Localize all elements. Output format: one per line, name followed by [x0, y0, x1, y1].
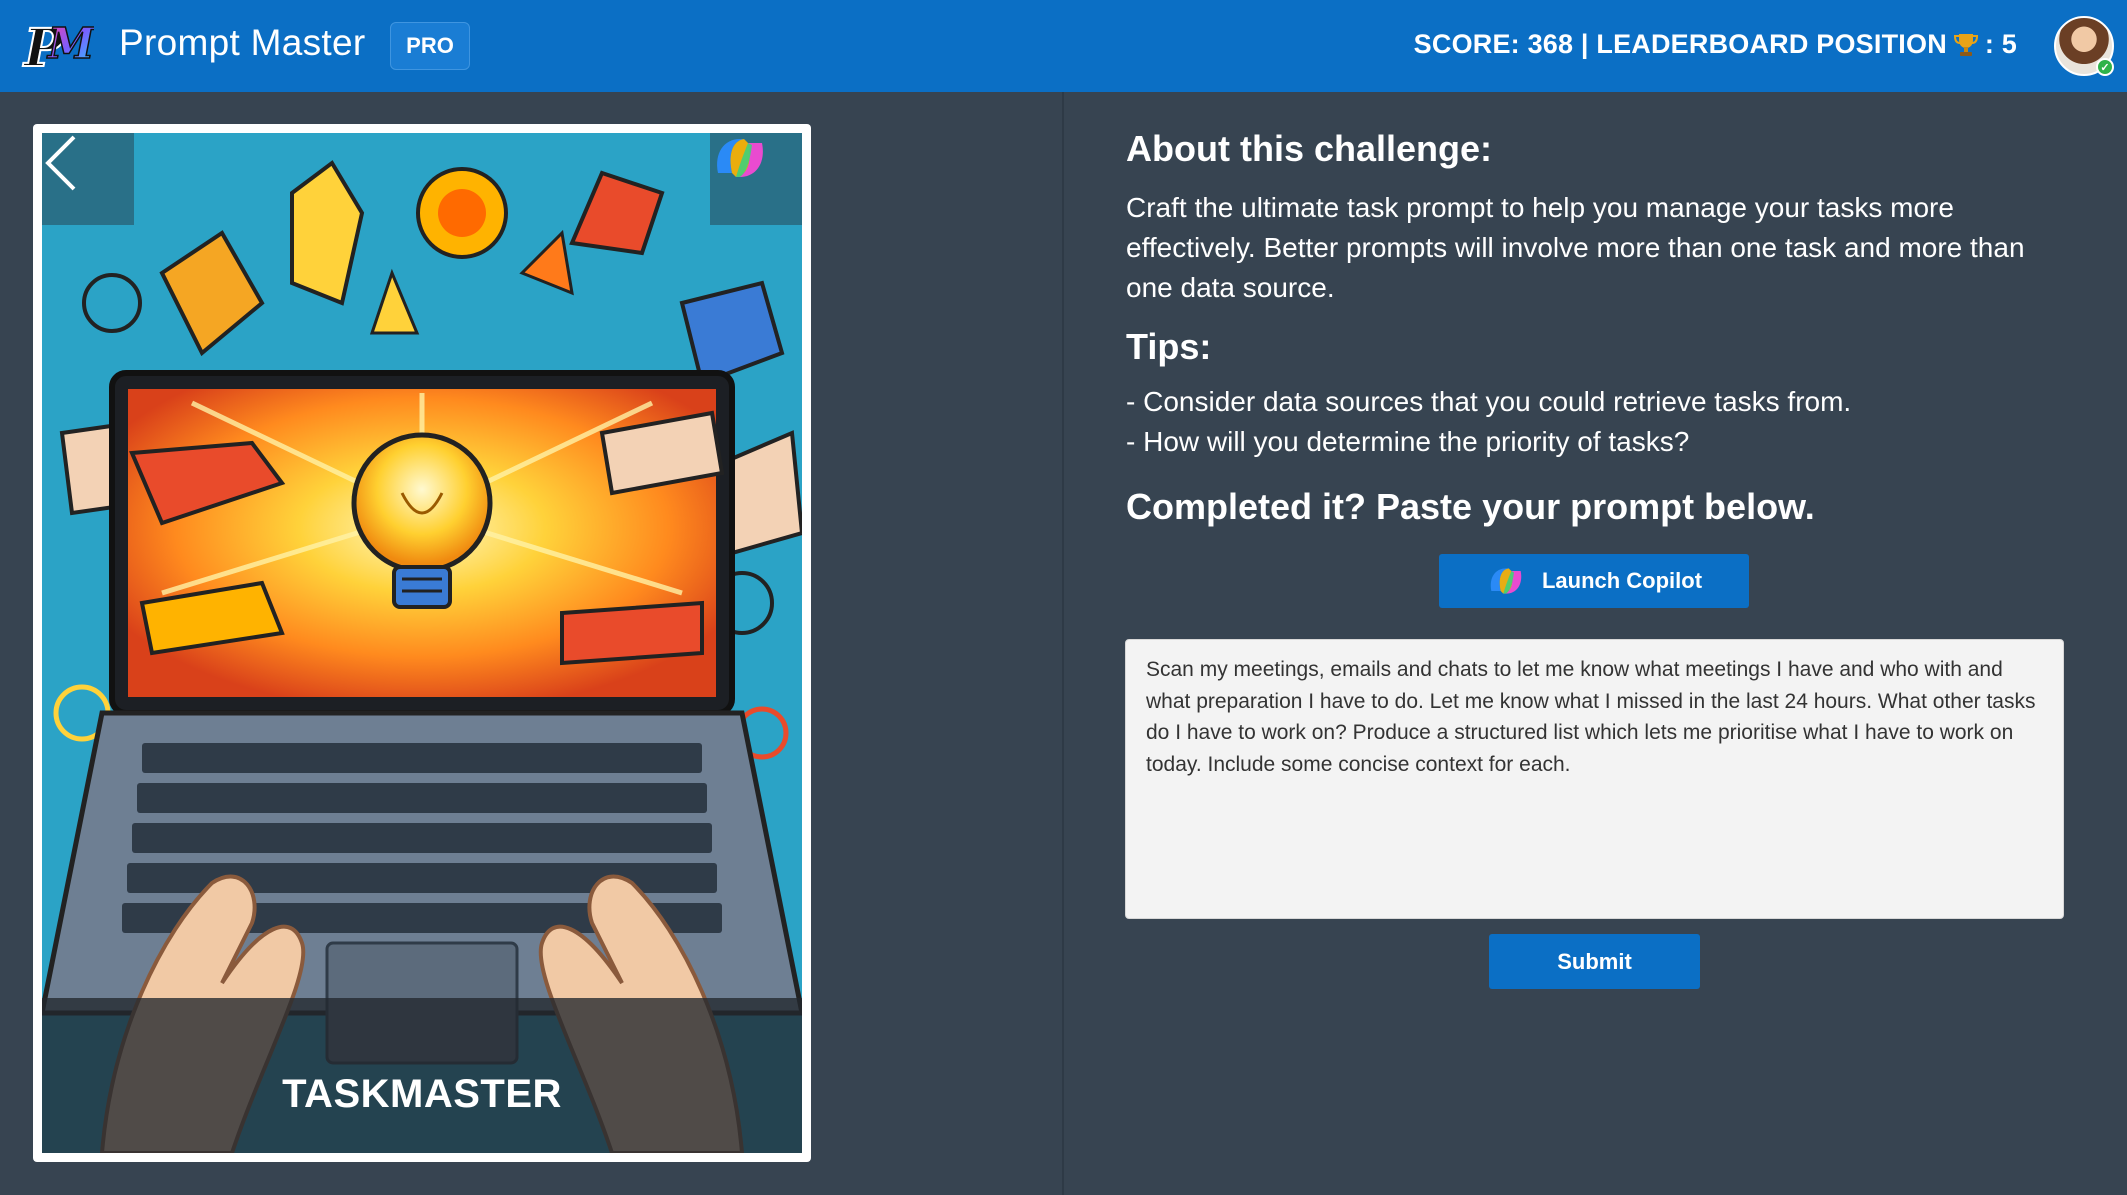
pro-badge: PRO: [390, 22, 470, 70]
about-text: Craft the ultimate task prompt to help y…: [1126, 192, 2025, 303]
launch-copilot-label: Launch Copilot: [1541, 568, 1703, 593]
submission-heading: Completed it? Paste your prompt below.: [1126, 486, 1815, 527]
tips-heading: Tips:: [1126, 326, 1212, 367]
copilot-icon: [717, 139, 763, 177]
copilot-corner-button[interactable]: [710, 133, 802, 225]
panel-divider: [1062, 92, 1064, 1195]
submit-button[interactable]: Submit: [1489, 934, 1700, 989]
chevron-left-icon: [45, 135, 76, 191]
app-title: Prompt Master: [119, 22, 366, 63]
trophy-icon: [1953, 33, 1978, 56]
launch-copilot-button[interactable]: Launch Copilot: [1439, 554, 1749, 608]
score-text: SCORE: 368 | LEADERBOARD POSITION: [1413, 29, 1947, 59]
card-title: TASKMASTER: [282, 1072, 562, 1116]
prompt-input[interactable]: Scan my meetings, emails and chats to le…: [1125, 639, 2064, 919]
copilot-icon: [1490, 568, 1522, 594]
presence-check-icon: ✓: [2096, 58, 2114, 76]
user-avatar[interactable]: ✓: [2054, 16, 2114, 76]
tip-item: - Consider data sources that you could r…: [1126, 386, 1852, 417]
svg-text:M: M: [46, 19, 94, 68]
score-display: SCORE: 368 | LEADERBOARD POSITION : 5: [1414, 29, 2017, 60]
pm-logo-icon[interactable]: P M: [18, 8, 94, 84]
back-button[interactable]: [42, 133, 134, 225]
challenge-illustration: TASKMASTER: [42, 133, 802, 1153]
leaderboard-position: : 5: [1984, 29, 2017, 59]
about-heading: About this challenge:: [1126, 128, 1493, 169]
tip-item: - How will you determine the priority of…: [1126, 426, 1690, 457]
challenge-card: TASKMASTER: [33, 124, 811, 1162]
top-bar: P M Prompt Master PRO SCORE: 368 | LEADE…: [0, 0, 2127, 92]
card-caption-bar: TASKMASTER: [42, 998, 802, 1153]
